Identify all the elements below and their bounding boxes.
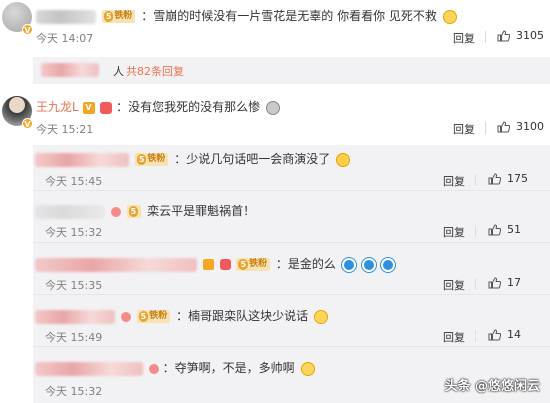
comment-text: ：雪崩的时候没有一片雪花是无辜的 你看看你 见死不救 — [141, 9, 437, 23]
comment-line: 王九龙L V ：没有您我死的没有那么惨 — [36, 98, 281, 115]
like-button[interactable]: 3100 — [497, 120, 544, 133]
divider — [485, 31, 486, 43]
heart-icon — [120, 311, 131, 322]
reply-line: 5 铁粉 ：少说几句话吧一会商演没了 — [35, 150, 351, 167]
timestamp: 今天 14:07 — [36, 32, 94, 45]
divider — [475, 330, 476, 342]
verified-badge-icon: V — [22, 118, 33, 129]
reply-text: ：少说几句话吧一会商演没了 — [174, 152, 331, 166]
reply-line: ：夺笋啊，不是，多帅啊 — [35, 359, 315, 376]
username-blurred[interactable] — [35, 204, 105, 219]
username-blurred[interactable] — [36, 9, 96, 24]
timestamp: 今天 15:45 — [45, 175, 103, 188]
like-button[interactable]: 51 — [488, 223, 521, 236]
reply-button[interactable]: 回复 — [443, 173, 465, 189]
doraemon-emoji-icon — [381, 257, 396, 272]
fan-badge: 5 — [126, 205, 142, 218]
divider — [475, 174, 476, 186]
reply-button[interactable]: 回复 — [453, 30, 475, 46]
fan-badge: 5 铁粉 — [134, 153, 169, 166]
thumbs-up-icon — [488, 328, 501, 340]
more-prefix: 人 — [113, 65, 124, 78]
clap-emoji-icon — [336, 152, 351, 167]
reply-item: 5 铁粉 ：楠哥跟栾队这块少说话 今天 15:49 回复 14 — [33, 295, 550, 347]
more-replies-link[interactable]: 共82条回复 — [126, 63, 184, 79]
doraemon-emoji-icon — [341, 257, 356, 272]
like-count: 51 — [507, 223, 521, 236]
divider — [475, 225, 476, 237]
reply-button[interactable]: 回复 — [453, 121, 475, 137]
like-count: 3100 — [516, 120, 544, 133]
reply-item: 5 铁粉 ：是金的么 今天 15:35 回复 17 — [33, 243, 550, 295]
reply-text: ：夺笋啊，不是，多帅啊 — [162, 361, 295, 375]
like-button[interactable]: 14 — [488, 328, 521, 341]
thumbs-up-icon — [497, 120, 510, 132]
like-count: 14 — [507, 328, 521, 341]
reply-button[interactable]: 回复 — [443, 277, 465, 293]
verified-badge-icon: V — [22, 24, 33, 35]
comment-text: ：没有您我死的没有那么惨 — [116, 100, 261, 114]
thumbs-up-icon — [488, 276, 501, 288]
like-button[interactable]: 175 — [488, 172, 528, 185]
like-button[interactable]: 3105 — [497, 29, 544, 42]
divider — [475, 278, 476, 290]
username[interactable]: 王九龙L — [36, 100, 79, 114]
reply-button[interactable]: 回复 — [443, 224, 465, 240]
like-button[interactable]: 17 — [488, 276, 521, 289]
divider — [485, 122, 486, 134]
thumbs-up-icon — [488, 223, 501, 235]
v-icon — [202, 259, 214, 270]
emoji-icon — [442, 9, 457, 24]
wink-emoji-icon — [313, 309, 328, 324]
username-blurred[interactable] — [35, 361, 143, 376]
reply-text: 栾云平是罪魁祸首！ — [147, 204, 256, 218]
fan-badge: 5 铁粉 — [236, 258, 271, 271]
reply-line: 5 铁粉 ：是金的么 — [35, 255, 396, 272]
reply-text: ：楠哥跟栾队这块少说话 — [176, 309, 309, 323]
heart-icon — [110, 206, 121, 217]
timestamp: 今天 15:21 — [36, 123, 94, 136]
heart-icon — [100, 101, 113, 114]
reply-text: ：是金的么 — [275, 257, 336, 271]
comment-2: V 王九龙L V ：没有您我死的没有那么惨 今天 15:21 回复 3100 5… — [0, 90, 550, 403]
reply-item: 5 栾云平是罪魁祸首！ 今天 15:32 回复 51 — [33, 191, 550, 243]
username-blurred[interactable] — [35, 257, 197, 272]
thumbs-up-icon — [497, 29, 510, 41]
smile-emoji-icon — [300, 361, 315, 376]
username-blurred[interactable] — [35, 152, 129, 167]
heart-icon — [148, 363, 159, 374]
reply-item: 5 铁粉 ：少说几句话吧一会商演没了 今天 15:45 回复 175 — [33, 145, 550, 191]
more-replies-bar[interactable]: 人 共82条回复 — [33, 57, 550, 84]
v-icon: V — [82, 101, 95, 114]
comment-line: 5 铁粉 ：雪崩的时候没有一片雪花是无辜的 你看看你 见死不救 — [36, 7, 457, 24]
fan-badge: 5 铁粉 — [136, 310, 171, 323]
like-count: 3105 — [516, 29, 544, 42]
username-blurred[interactable] — [35, 309, 115, 324]
heart-icon — [219, 259, 231, 270]
reply-button[interactable]: 回复 — [443, 329, 465, 345]
like-count: 17 — [507, 276, 521, 289]
replier-names-blurred — [41, 63, 99, 77]
thumbs-up-icon — [488, 172, 501, 184]
emoji-icon — [266, 100, 281, 115]
timestamp: 今天 15:32 — [45, 226, 103, 239]
watermark: 头条 @悠悠闲云 — [444, 379, 540, 394]
doraemon-emoji-icon — [361, 257, 376, 272]
reply-line: 5 铁粉 ：楠哥跟栾队这块少说话 — [35, 307, 328, 324]
fan-badge: 5 铁粉 — [101, 10, 136, 23]
timestamp: 今天 15:35 — [45, 279, 103, 292]
like-count: 175 — [507, 172, 528, 185]
replies-list: 5 铁粉 ：少说几句话吧一会商演没了 今天 15:45 回复 175 5 栾云平是… — [33, 145, 550, 403]
timestamp: 今天 15:49 — [45, 331, 103, 344]
timestamp: 今天 15:32 — [45, 385, 103, 398]
reply-line: 5 栾云平是罪魁祸首！ — [35, 202, 255, 219]
comment-1: V 5 铁粉 ：雪崩的时候没有一片雪花是无辜的 你看看你 见死不救 今天 14:0… — [0, 0, 550, 90]
